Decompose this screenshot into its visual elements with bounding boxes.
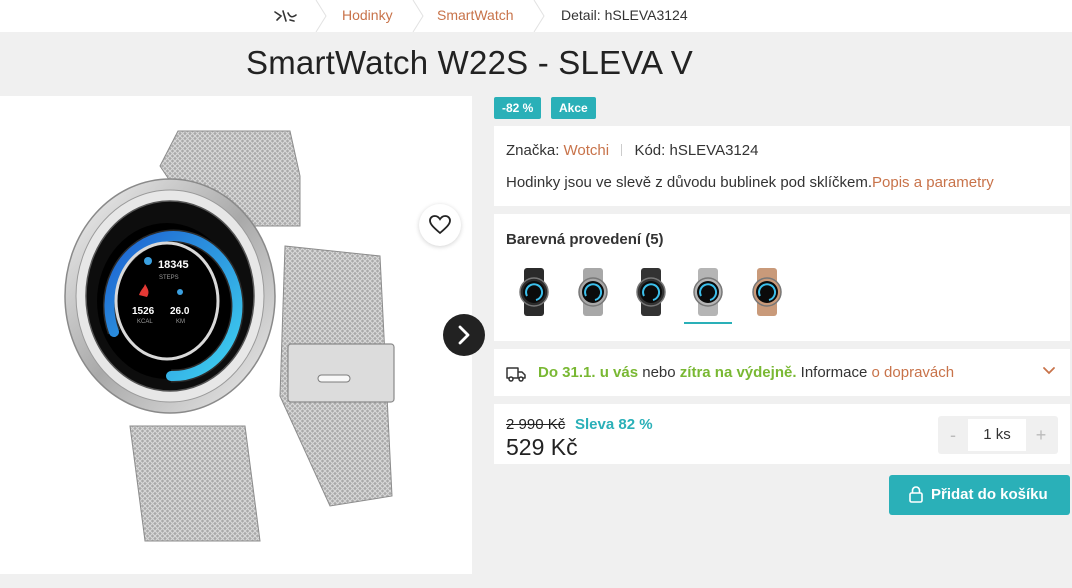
- sale-badge: Akce: [551, 97, 596, 119]
- add-to-favorites-button[interactable]: [419, 204, 461, 246]
- home-logo-icon[interactable]: [272, 8, 298, 24]
- quantity-increase-button[interactable]: +: [1026, 416, 1056, 454]
- delivery-date: Do 31.1. u vás: [538, 364, 639, 381]
- chevron-down-icon[interactable]: [1042, 366, 1056, 376]
- watch-thumbnail-icon: [578, 268, 608, 316]
- brand-label: Značka:: [506, 142, 560, 159]
- svg-text:STEPS: STEPS: [159, 275, 179, 281]
- add-to-cart-button[interactable]: Přidat do košíku: [889, 475, 1070, 515]
- variant-swatch[interactable]: [627, 264, 675, 320]
- lock-icon: [909, 486, 923, 503]
- short-description: Hodinky jsou ve slevě z důvodu bublinek …: [506, 174, 873, 191]
- breadcrumb-hodinky[interactable]: Hodinky: [342, 0, 393, 32]
- product-image[interactable]: 18345 STEPS 1526 KCAL 26.0 KM: [0, 96, 472, 574]
- brand-link[interactable]: Wotchi: [564, 142, 610, 159]
- delivery-connector: nebo: [638, 364, 680, 381]
- product-info-panel: Značka: Wotchi Kód: hSLEVA3124 Hodinky j…: [494, 126, 1070, 206]
- breadcrumb-current: Detail: hSLEVA3124: [561, 7, 688, 23]
- product-gallery: 18345 STEPS 1526 KCAL 26.0 KM: [0, 96, 472, 574]
- truck-icon: [506, 367, 526, 382]
- heart-icon: [429, 215, 451, 235]
- svg-text:18345: 18345: [158, 259, 189, 271]
- variant-swatch[interactable]: [684, 264, 732, 324]
- breadcrumb-separator-icon: [315, 0, 327, 32]
- pickup-date: zítra na výdejně.: [679, 364, 797, 381]
- watch-thumbnail-icon: [519, 268, 549, 316]
- variant-swatch[interactable]: [510, 264, 558, 320]
- variants-panel: Barevná provedení (5): [494, 214, 1070, 341]
- variants-heading: Barevná provedení (5): [506, 231, 664, 248]
- quantity-input[interactable]: 1 ks: [968, 419, 1026, 451]
- description-link[interactable]: Popis a parametry: [872, 174, 994, 191]
- svg-text:26.0: 26.0: [170, 306, 190, 317]
- description-row: Hodinky jsou ve slevě z důvodu bublinek …: [506, 174, 994, 191]
- watch-thumbnail-icon: [636, 268, 666, 316]
- variant-swatch[interactable]: [743, 264, 791, 320]
- breadcrumb-separator-icon: [533, 0, 545, 32]
- delivery-panel[interactable]: Do 31.1. u vás nebo zítra na výdejně. In…: [494, 349, 1070, 396]
- quantity-stepper: - 1 ks +: [938, 416, 1058, 454]
- shipping-info-link[interactable]: o dopravách: [872, 364, 955, 381]
- delivery-text: Do 31.1. u vás nebo zítra na výdejně. In…: [538, 364, 954, 381]
- breadcrumb-separator-icon: [412, 0, 424, 32]
- page-title: SmartWatch W22S - SLEVA V: [246, 44, 693, 81]
- breadcrumb: Hodinky SmartWatch Detail: hSLEVA3124: [0, 0, 1072, 32]
- quantity-decrease-button[interactable]: -: [938, 416, 968, 454]
- price-panel: 2 990 Kč Sleva 82 % 529 Kč - 1 ks +: [494, 404, 1070, 464]
- current-price: 529 Kč: [506, 434, 578, 460]
- brand-code-row: Značka: Wotchi Kód: hSLEVA3124: [506, 142, 758, 159]
- next-image-button[interactable]: [443, 314, 485, 356]
- svg-text:KM: KM: [176, 319, 185, 325]
- svg-text:KCAL: KCAL: [137, 319, 153, 325]
- product-code: Kód: hSLEVA3124: [634, 142, 759, 159]
- old-price: 2 990 Kč: [506, 416, 566, 433]
- variant-swatch[interactable]: [569, 264, 617, 320]
- svg-text:1526: 1526: [132, 306, 155, 317]
- add-to-cart-label: Přidat do košíku: [931, 486, 1048, 503]
- discount-label: Sleva 82 %: [575, 416, 653, 433]
- chevron-right-icon: [458, 325, 470, 345]
- discount-badge: -82 %: [494, 97, 542, 119]
- breadcrumb-smartwatch[interactable]: SmartWatch: [437, 0, 514, 32]
- watch-thumbnail-icon: [752, 268, 782, 316]
- divider: [621, 144, 623, 156]
- delivery-info-label: Informace: [796, 364, 872, 381]
- watch-thumbnail-icon: [693, 268, 723, 316]
